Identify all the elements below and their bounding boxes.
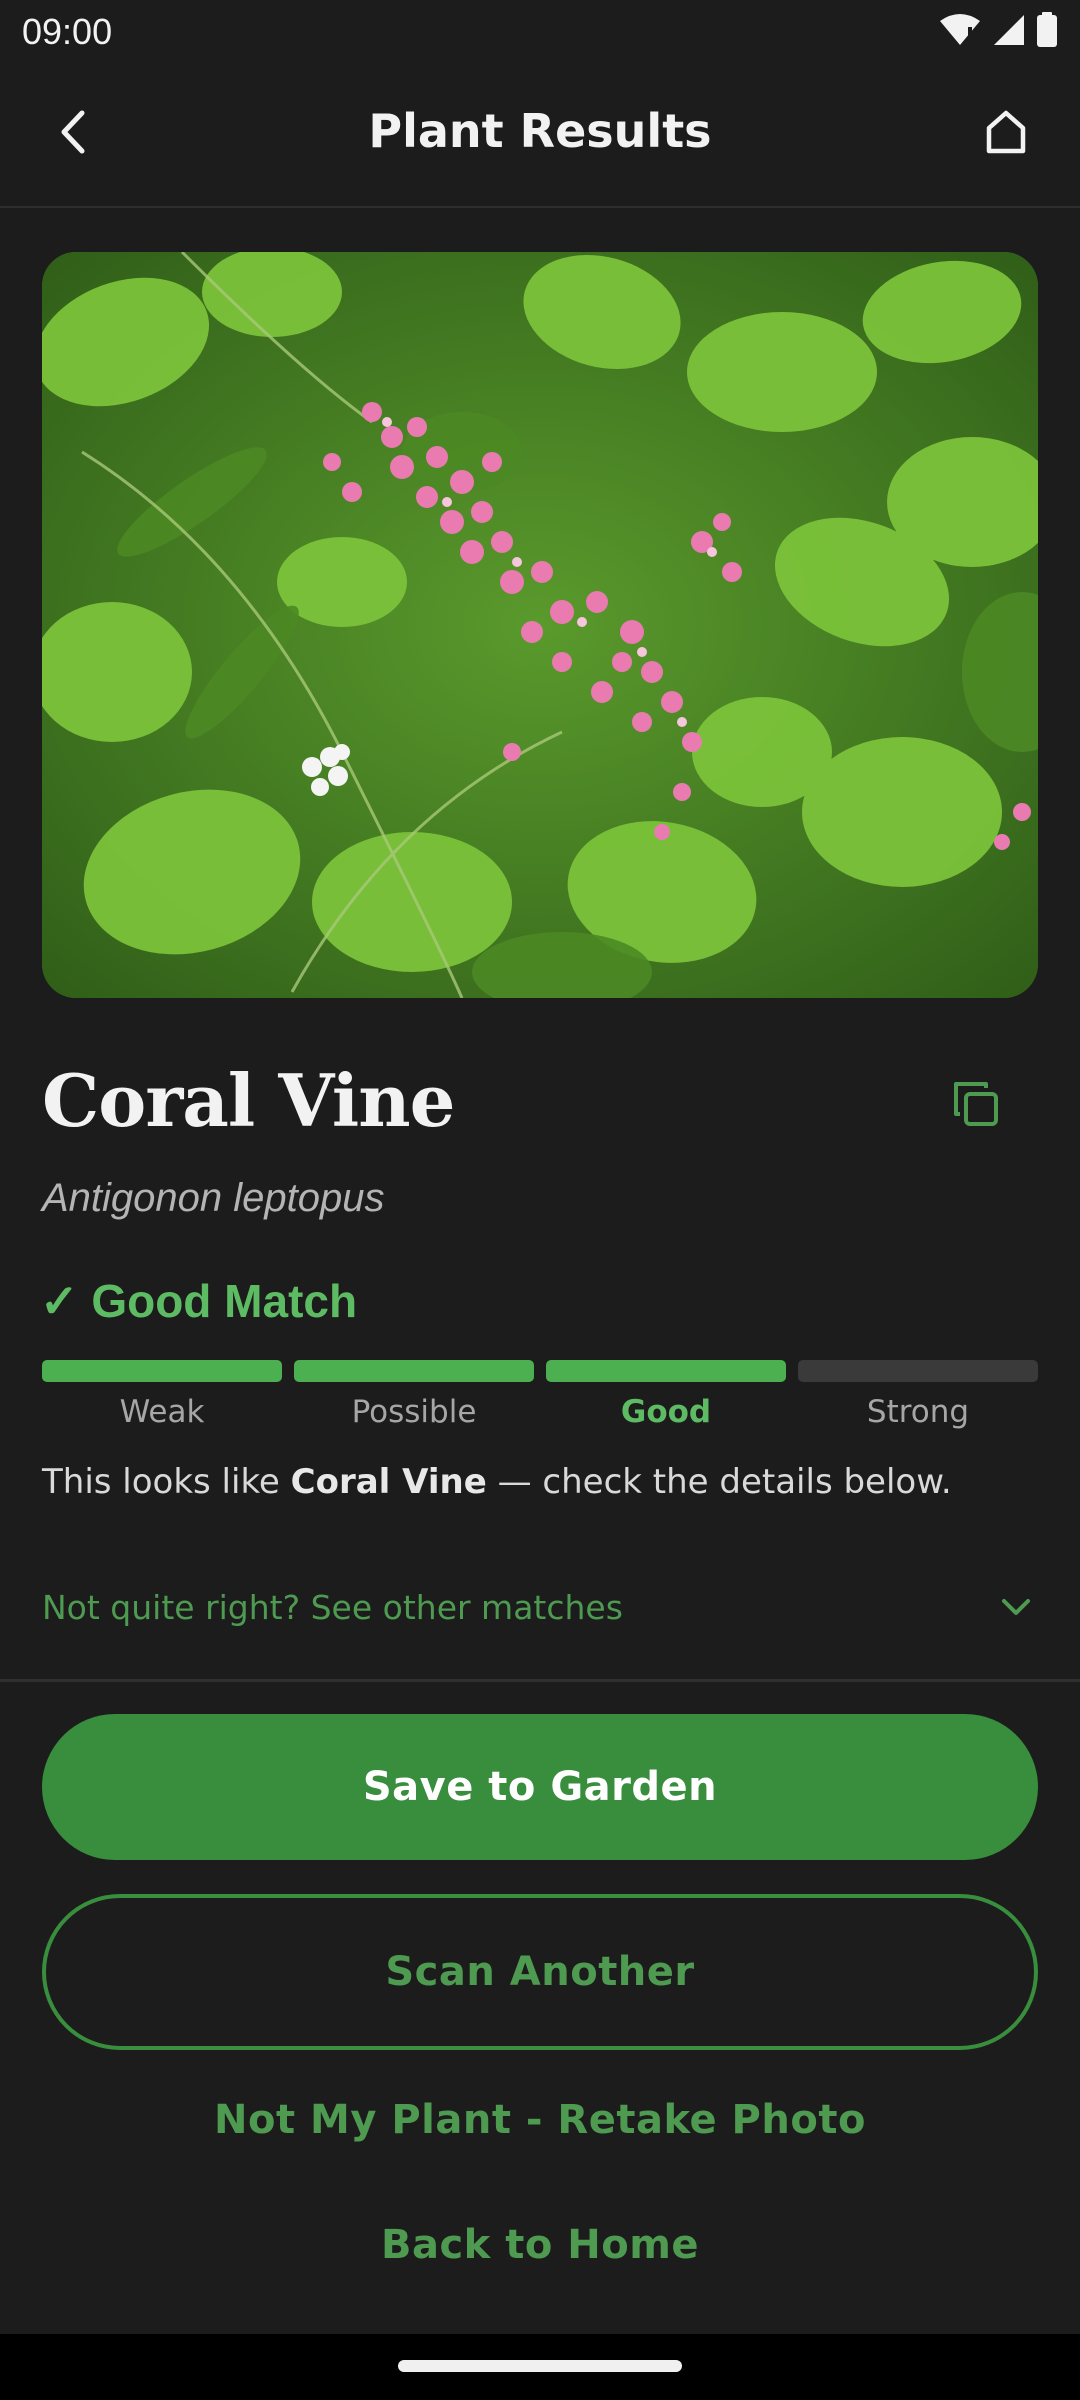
meter-segment-2 <box>294 1360 534 1382</box>
back-to-home-button[interactable]: Back to Home <box>42 2205 1038 2285</box>
cell-signal-icon <box>992 13 1026 51</box>
copy-button[interactable] <box>944 1072 1008 1136</box>
meter-labels: Weak Possible Good Strong <box>42 1394 1038 1430</box>
other-matches-label: Not quite right? See other matches <box>42 1587 623 1627</box>
description-plant-name: Coral Vine <box>290 1462 487 1502</box>
plant-photo <box>42 252 1038 998</box>
chevron-down-icon <box>1002 1599 1030 1615</box>
meter-label-weak: Weak <box>119 1394 205 1430</box>
save-to-garden-button[interactable]: Save to Garden <box>42 1714 1038 1860</box>
meter-label-good: Good <box>620 1394 712 1430</box>
description-prefix: This looks like <box>42 1462 291 1502</box>
home-button[interactable] <box>976 102 1036 162</box>
app-bar: Plant Results <box>0 64 1080 208</box>
retake-photo-button[interactable]: Not My Plant - Retake Photo <box>42 2080 1038 2160</box>
battery-icon <box>1036 12 1058 52</box>
divider <box>0 1679 1080 1682</box>
match-description: This looks like Coral Vine — check the d… <box>42 1462 1042 1502</box>
match-label: ✓ Good Match <box>40 1275 358 1327</box>
description-suffix: — check the details below. <box>486 1462 952 1502</box>
status-icons <box>938 12 1058 52</box>
status-bar: 09:00 <box>0 0 1080 64</box>
match-meter <box>42 1360 1038 1382</box>
plant-common-name: Coral Vine <box>42 1058 455 1143</box>
system-nav-bar <box>0 2334 1080 2400</box>
meter-label-strong: Strong <box>866 1394 970 1430</box>
home-gesture-handle[interactable] <box>398 2360 682 2372</box>
plant-scientific-name: Antigonon leptopus <box>42 1176 385 1220</box>
meter-label-possible: Possible <box>351 1394 477 1430</box>
meter-segment-1 <box>42 1360 282 1382</box>
status-time: 09:00 <box>22 11 113 52</box>
meter-segment-3 <box>546 1360 786 1382</box>
other-matches-toggle[interactable]: Not quite right? See other matches <box>42 1580 1038 1634</box>
wifi-icon <box>938 13 982 51</box>
page-title: Plant Results <box>368 104 712 158</box>
meter-segment-4 <box>798 1360 1038 1382</box>
home-icon <box>986 110 1026 154</box>
copy-icon <box>954 1082 998 1126</box>
scan-another-button[interactable]: Scan Another <box>42 1894 1038 2050</box>
